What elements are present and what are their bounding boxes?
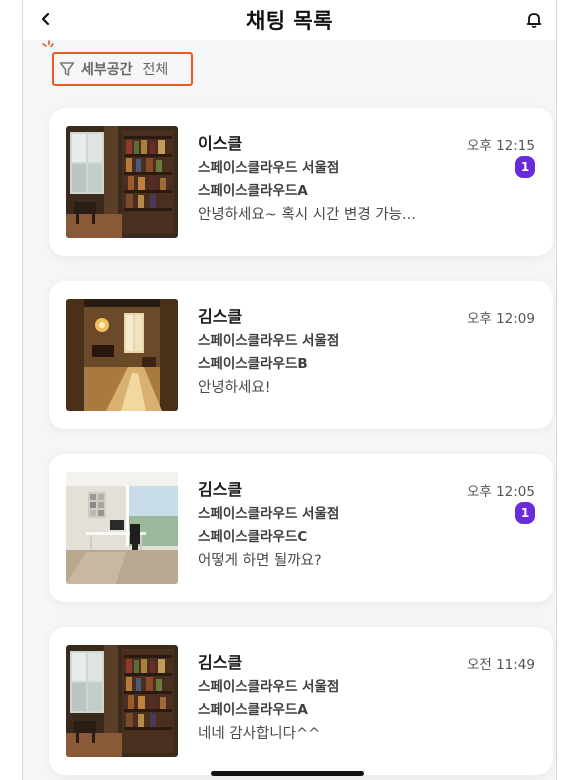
space-name: 스페이스클라우드C xyxy=(198,529,308,545)
unread-badge: 1 xyxy=(515,502,535,524)
message-time: 오후 12:09 xyxy=(466,311,535,327)
message-time: 오후 12:15 xyxy=(466,138,535,154)
place-name: 스페이스클라우드 서울점 xyxy=(198,160,340,176)
space-thumbnail xyxy=(66,126,178,238)
space-thumbnail xyxy=(66,472,178,584)
chevron-left-icon xyxy=(41,12,50,26)
chat-list-item[interactable]: 김스클 스페이스클라우드 서울점 스페이스클라우드B 안녕하세요! 오후 12:… xyxy=(49,281,553,429)
last-message: 안녕하세요! xyxy=(198,380,271,396)
page-title: 채팅 목록 xyxy=(245,9,334,33)
highlight-sparkle-icon xyxy=(42,40,54,48)
space-name: 스페이스클라우드A xyxy=(198,702,308,718)
back-button[interactable] xyxy=(33,6,59,32)
last-message: 네네 감사합니다^^ xyxy=(198,726,321,742)
notification-button[interactable] xyxy=(520,6,548,34)
space-name: 스페이스클라우드A xyxy=(198,183,308,199)
space-thumbnail xyxy=(66,299,178,411)
chat-list-screen: 채팅 목록 세부공간 전체 이스클 스페이스클라우드 서울점 스페이스클라우드A… xyxy=(22,0,557,780)
place-name: 스페이스클라우드 서울점 xyxy=(198,506,340,522)
chat-list-item[interactable]: 김스클 스페이스클라우드 서울점 스페이스클라우드A 네네 감사합니다^^ 오전… xyxy=(49,627,553,775)
place-name: 스페이스클라우드 서울점 xyxy=(198,679,340,695)
message-time: 오후 12:05 xyxy=(466,484,535,500)
space-name: 스페이스클라우드B xyxy=(198,356,308,372)
space-thumbnail xyxy=(66,645,178,757)
home-indicator xyxy=(211,771,364,776)
place-name: 스페이스클라우드 서울점 xyxy=(198,333,340,349)
chat-list-item[interactable]: 이스클 스페이스클라우드 서울점 스페이스클라우드A 안녕하세요~ 혹시 시간 … xyxy=(49,108,553,256)
chat-preview: 김스클 스페이스클라우드 서울점 스페이스클라우드B 안녕하세요! xyxy=(198,306,339,400)
sender-name: 김스클 xyxy=(198,307,243,326)
top-bar: 채팅 목록 xyxy=(23,0,556,40)
funnel-icon xyxy=(59,62,75,76)
bell-icon xyxy=(526,13,542,28)
sender-name: 김스클 xyxy=(198,653,243,672)
sender-name: 김스클 xyxy=(198,480,243,499)
chat-preview: 김스클 스페이스클라우드 서울점 스페이스클라우드A 네네 감사합니다^^ xyxy=(198,652,339,746)
chat-list-item[interactable]: 김스클 스페이스클라우드 서울점 스페이스클라우드C 어떻게 하면 될까요? 오… xyxy=(49,454,553,602)
filter-value: 전체 xyxy=(142,62,169,78)
last-message: 안녕하세요~ 혹시 시간 변경 가능... xyxy=(198,207,416,223)
chat-preview: 김스클 스페이스클라우드 서울점 스페이스클라우드C 어떻게 하면 될까요? xyxy=(198,479,339,573)
sender-name: 이스클 xyxy=(198,134,243,153)
message-time: 오전 11:49 xyxy=(466,657,535,673)
chat-preview: 이스클 스페이스클라우드 서울점 스페이스클라우드A 안녕하세요~ 혹시 시간 … xyxy=(198,133,416,227)
filter-label: 세부공간 xyxy=(81,62,133,78)
unread-badge: 1 xyxy=(515,156,535,178)
space-filter-button[interactable]: 세부공간 전체 xyxy=(52,52,193,86)
last-message: 어떻게 하면 될까요? xyxy=(198,553,322,569)
